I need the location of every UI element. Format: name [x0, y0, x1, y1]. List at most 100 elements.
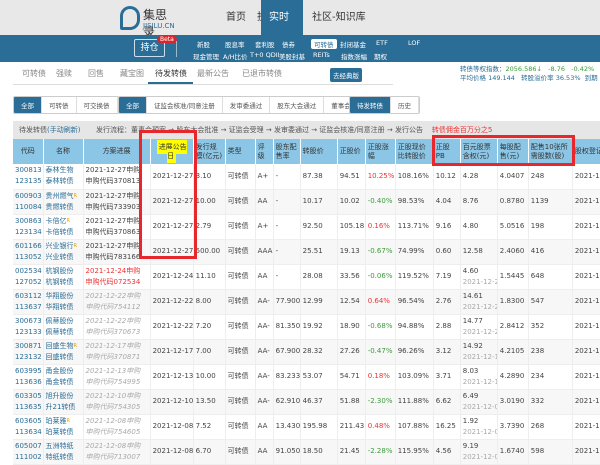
bond-code-link[interactable]: 113634 [15, 428, 42, 436]
filter-button[interactable]: 可交换债 [76, 97, 118, 113]
bond-name-link[interactable]: 甬金转债 [46, 378, 74, 386]
stock-name-link[interactable]: 卡倍亿 [46, 217, 67, 225]
subnav-item[interactable]: LOF [408, 39, 420, 47]
stock-name-link[interactable]: 兴业银行 [46, 242, 74, 250]
bond-code-link[interactable]: 113635 [15, 403, 42, 411]
tab-4[interactable]: 待发转债 [155, 68, 187, 79]
subnav-item[interactable]: 封闭基金 [340, 39, 366, 49]
table-row[interactable]: 300673 123133 佩蒂股份 佩蒂转债 2021-12-22申购 申购代码3706… [13, 314, 600, 340]
column-header[interactable]: 正股现价比转股价 [395, 139, 434, 164]
bond-code-link[interactable]: 113052 [15, 253, 42, 261]
bond-code-link[interactable]: 123134 [15, 228, 42, 236]
table-row[interactable]: 601166 113052 兴业银行R 兴业转债 2021-12-27申购 申购代码783… [13, 239, 600, 265]
table-row[interactable]: 002534 127052 杭钢股份 杭钢转债 2021-12-24申购 申购代码0725… [13, 264, 600, 290]
nav-community[interactable]: 社区-知识库 [304, 0, 374, 35]
subnav-item[interactable]: 可转债 [311, 39, 337, 49]
filter-button[interactable]: 全部 [119, 97, 147, 113]
tab-6[interactable]: 已退市转债 [242, 68, 282, 79]
subnav-item[interactable]: 期权 [374, 51, 387, 61]
bond-name-link[interactable]: 特纸转债 [46, 453, 74, 461]
column-header[interactable]: 代码 [13, 139, 44, 164]
column-header[interactable]: 股权登记日 [572, 139, 600, 164]
table-row[interactable]: 603305 113635 旭升股份 升21转债 2021-12-10申购 申购代码754… [13, 389, 600, 415]
stock-name-link[interactable]: 杭钢股份 [46, 267, 74, 275]
filter-button[interactable]: 待发转债 [350, 97, 391, 113]
stock-name-link[interactable]: 五洲特纸 [46, 442, 74, 450]
table-row[interactable]: 603112 113637 华翔股份 华翔转债 2021-12-22申购 申购代码7541… [13, 289, 600, 315]
table-row[interactable]: 603995 113636 甬金股份 甬金转债 2021-12-13申购 申购代码7549… [13, 364, 600, 390]
tab-3[interactable]: 藏宝图 [120, 68, 144, 79]
filter-button[interactable]: 股东大会通过 [270, 97, 325, 113]
filter-button[interactable]: 证监会核准/同意注册 [147, 97, 223, 113]
stock-name-link[interactable]: 贵州燃气 [46, 192, 74, 200]
subnav-item[interactable]: 套利股 [255, 39, 275, 49]
tab-1[interactable]: 强赎 [56, 68, 72, 79]
table-row[interactable]: 600903 110084 贵州燃气R 贵燃转债 2021-12-27申购 申购代码733… [13, 189, 600, 215]
bond-name-link[interactable]: 升21转债 [46, 403, 76, 411]
bond-name-link[interactable]: 佩蒂转债 [46, 328, 74, 336]
column-header[interactable]: 评级 [255, 139, 274, 164]
subnav-item[interactable]: 美股封基 [279, 51, 305, 61]
column-header[interactable]: 名称 [43, 139, 84, 164]
bond-code-link[interactable]: 123132 [15, 353, 42, 361]
stock-code-link[interactable]: 603605 [15, 417, 42, 425]
column-header[interactable]: 转股价 [300, 139, 338, 164]
table-row[interactable]: 300863 123134 卡倍亿R 卡倍转债 2021-12-27申购 申购代码3708… [13, 214, 600, 240]
tab-5[interactable]: 最新公告 [197, 68, 229, 79]
column-header[interactable]: 发行规模(亿元) [193, 139, 226, 164]
bond-name-link[interactable]: 兴业转债 [46, 253, 74, 261]
manual-refresh-link[interactable]: (手动刷新) [47, 126, 80, 134]
subnav-item[interactable]: REITs [313, 51, 330, 59]
stock-name-link[interactable]: 甬金股份 [46, 367, 74, 375]
stock-code-link[interactable]: 600903 [15, 192, 42, 200]
stock-code-link[interactable]: 300871 [15, 342, 42, 350]
stock-code-link[interactable]: 300813 [15, 166, 42, 174]
bond-name-link[interactable]: 泰林转债 [46, 177, 74, 185]
subnav-item[interactable]: ETF [376, 39, 388, 47]
classic-version-button[interactable]: 去经典版 [330, 68, 362, 82]
bond-code-link[interactable]: 123133 [15, 328, 42, 336]
stock-name-link[interactable]: 泰林生物 [46, 166, 74, 174]
bond-code-link[interactable]: 113636 [15, 378, 42, 386]
column-header[interactable]: 类型 [225, 139, 256, 164]
stock-code-link[interactable]: 300673 [15, 317, 42, 325]
stock-name-link[interactable]: 旭升股份 [46, 392, 74, 400]
bond-name-link[interactable]: 珀莱转债 [46, 428, 74, 436]
table-row[interactable]: 605007 111002 五洲特纸 特纸转债 2021-12-08申购 申购代码7130… [13, 439, 600, 465]
subnav-item[interactable]: A/H比价 [223, 51, 248, 61]
filter-button[interactable]: 历史 [391, 97, 419, 113]
subnav-item[interactable]: 债券 [282, 39, 295, 49]
stock-name-link[interactable]: 珀莱雅 [46, 417, 67, 425]
filter-button[interactable]: 发审委通过 [222, 97, 271, 113]
bond-name-link[interactable]: 华翔转债 [46, 303, 74, 311]
stock-code-link[interactable]: 300863 [15, 217, 42, 225]
subnav-item[interactable]: 股息率 [225, 39, 245, 49]
table-row[interactable]: 300871 123132 回盛生物R 回盛转债 2021-12-17申购 申购代码370… [13, 339, 600, 365]
subnav-item[interactable]: 指数涨幅 [341, 51, 367, 61]
tab-0[interactable]: 可转债 [22, 68, 46, 79]
bond-code-link[interactable]: 113637 [15, 303, 42, 311]
bond-name-link[interactable]: 杭钢转债 [46, 278, 74, 286]
subnav-item[interactable]: 现金管理 [193, 51, 219, 61]
bond-code-link[interactable]: 127052 [15, 278, 42, 286]
stock-code-link[interactable]: 605007 [15, 442, 42, 450]
tab-2[interactable]: 回售 [88, 68, 104, 79]
filter-button[interactable]: 可转债 [42, 97, 77, 113]
table-row[interactable]: 603605 113634 珀莱雅R 珀莱转债 2021-12-08申购 申购代码7546… [13, 414, 600, 440]
stock-code-link[interactable]: 603995 [15, 367, 42, 375]
bond-code-link[interactable]: 110084 [15, 203, 42, 211]
bond-name-link[interactable]: 卡倍转债 [46, 228, 74, 236]
nav-realtime-data[interactable]: 实时数据 [261, 0, 303, 58]
stock-name-link[interactable]: 华翔股份 [46, 292, 74, 300]
stock-name-link[interactable]: 佩蒂股份 [46, 317, 74, 325]
table-row[interactable]: 300813 123135 泰林生物 泰林转债 2021-12-27申购 申购代码3708… [13, 164, 600, 190]
subnav-item[interactable]: 新股 [197, 39, 210, 49]
column-header[interactable]: 正股价 [337, 139, 366, 164]
stock-code-link[interactable]: 603305 [15, 392, 42, 400]
column-header[interactable]: 正股涨幅 [365, 139, 396, 164]
column-header[interactable]: 股东配售率 [273, 139, 301, 164]
stock-code-link[interactable]: 603112 [15, 292, 42, 300]
stock-code-link[interactable]: 601166 [15, 242, 42, 250]
bond-name-link[interactable]: 回盛转债 [46, 353, 74, 361]
filter-button[interactable]: 全部 [14, 97, 42, 113]
